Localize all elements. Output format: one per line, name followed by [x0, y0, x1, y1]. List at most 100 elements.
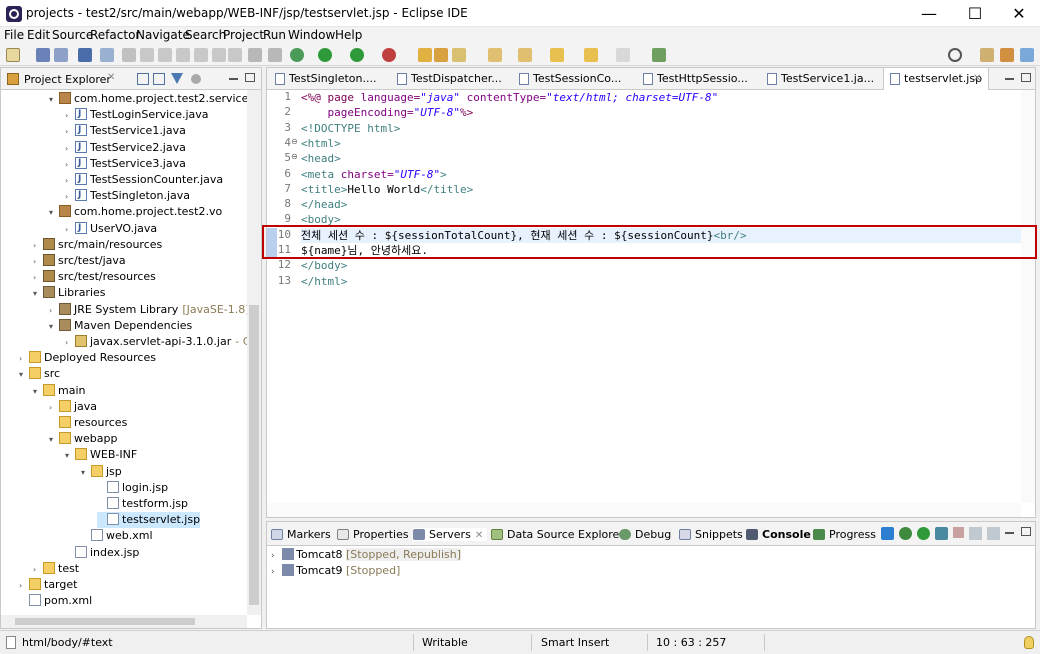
editor-maximize-icon[interactable] — [1021, 73, 1031, 82]
open-perspective-icon[interactable] — [980, 48, 994, 62]
chevron-right-icon[interactable]: › — [49, 400, 59, 416]
view-menu-dots-icon[interactable] — [213, 73, 219, 85]
chevron-right-icon[interactable]: › — [19, 351, 29, 367]
resume-icon[interactable] — [140, 48, 154, 62]
step-over-icon[interactable] — [194, 48, 208, 62]
save-icon[interactable] — [36, 48, 50, 62]
debug-perspective-icon[interactable] — [1020, 48, 1034, 62]
editor-tab-close-icon[interactable]: ✕ — [973, 73, 981, 84]
tree-item[interactable]: ▾ com.home.project.test2.vo — [49, 204, 222, 220]
tree-item[interactable]: › java — [49, 399, 97, 415]
chevron-right-icon[interactable]: › — [33, 562, 43, 578]
menu-navigate[interactable]: Navigate — [136, 28, 190, 42]
chevron-down-icon[interactable]: ▾ — [81, 465, 91, 481]
servers-tab-close-icon[interactable]: ✕ — [475, 530, 483, 541]
code-area[interactable]: 1 2 3 4 5 6 7 8 9 10 11 12 13 ⊖ ⊖ <%@ page language=… — [267, 90, 1021, 503]
tab-console[interactable]: Console — [746, 528, 811, 541]
tree-item[interactable]: testform.jsp — [97, 496, 188, 512]
chevron-right-icon[interactable]: › — [33, 238, 43, 254]
chevron-down-icon[interactable]: ▾ — [49, 432, 59, 448]
fold-marker-icon[interactable]: ⊖ — [291, 137, 298, 146]
chevron-down-icon[interactable]: ▾ — [49, 319, 59, 335]
tree-item[interactable]: ▾ Maven Dependencies — [49, 318, 192, 334]
chevron-down-icon[interactable]: ▾ — [19, 367, 29, 383]
new-class-icon[interactable] — [452, 48, 466, 62]
tree-item[interactable]: pom.xml — [19, 593, 92, 609]
editor-vertical-scrollbar[interactable] — [1021, 90, 1035, 503]
stop-server-icon[interactable] — [953, 527, 964, 538]
editor-tab[interactable]: TestHttpSessio... — [637, 68, 748, 90]
tab-servers[interactable]: Servers ✕ — [413, 528, 488, 541]
prev-annotation-icon[interactable] — [518, 48, 532, 62]
tree-item[interactable]: web.xml — [81, 528, 153, 544]
tree-item[interactable]: ▾ Libraries — [33, 285, 106, 301]
start-server-icon[interactable] — [917, 527, 930, 540]
chevron-right-icon[interactable]: › — [65, 189, 75, 205]
toggle-icon[interactable] — [268, 48, 282, 62]
tree-item[interactable]: ▾ main — [33, 383, 85, 399]
search-icon[interactable] — [948, 48, 962, 62]
tree-item[interactable]: › TestService3.java — [65, 155, 186, 173]
filter-icon[interactable] — [171, 73, 183, 84]
new-package-icon[interactable] — [434, 48, 448, 62]
suspend-icon[interactable] — [158, 48, 172, 62]
coverage-icon[interactable] — [350, 48, 364, 62]
menu-run[interactable]: Run — [263, 28, 286, 42]
chevron-right-icon[interactable]: › — [49, 303, 59, 319]
step-into-icon[interactable] — [176, 48, 190, 62]
explorer-hscroll-thumb[interactable] — [15, 618, 195, 625]
menu-project[interactable]: Project — [223, 28, 264, 42]
tab-snippets[interactable]: Snippets — [679, 528, 743, 541]
tab-properties[interactable]: Properties — [337, 528, 409, 541]
tree-item[interactable]: › Deployed Resources — [19, 350, 156, 366]
menu-refactor[interactable]: Refactor — [90, 28, 140, 42]
tree-item[interactable]: ▾ com.home.project.test2.service — [49, 91, 247, 107]
chevron-right-icon[interactable]: › — [271, 567, 275, 577]
chevron-down-icon[interactable]: ▾ — [49, 205, 59, 221]
view-menu-icon[interactable] — [191, 74, 201, 84]
terminal-icon[interactable] — [100, 48, 114, 62]
explorer-tab-close-icon[interactable]: ✕ — [107, 72, 115, 83]
tree-item[interactable]: › test — [33, 561, 79, 577]
tree-item[interactable]: login.jsp — [97, 480, 168, 496]
menu-window[interactable]: Window — [288, 28, 335, 42]
menu-help[interactable]: Help — [335, 28, 362, 42]
tree-item[interactable]: › UserVO.java — [65, 220, 157, 237]
tab-data-source-explorer[interactable]: Data Source Explorer — [491, 528, 624, 541]
fold-marker-icon[interactable]: ⊖ — [291, 152, 298, 161]
tree-item[interactable]: ▾ src — [19, 366, 60, 382]
explorer-horizontal-scrollbar[interactable] — [1, 615, 247, 628]
menu-file[interactable]: File — [4, 28, 24, 42]
tree-item[interactable]: › TestLoginService.java — [65, 106, 209, 123]
chevron-right-icon[interactable]: › — [65, 124, 75, 140]
bottom-maximize-icon[interactable] — [1021, 527, 1031, 536]
editor-minimize-icon[interactable] — [1005, 78, 1014, 80]
chevron-right-icon[interactable]: › — [65, 335, 75, 351]
tip-lightbulb-icon[interactable] — [1024, 636, 1034, 649]
open-type-icon[interactable] — [78, 48, 92, 62]
tree-item[interactable]: testservlet.jsp — [97, 512, 201, 529]
explorer-scroll-thumb[interactable] — [249, 305, 259, 605]
chevron-right-icon[interactable]: › — [65, 173, 75, 189]
chevron-right-icon[interactable]: › — [65, 157, 75, 173]
explorer-tab-label[interactable]: Project Explorer — [24, 73, 111, 86]
chevron-right-icon[interactable]: › — [33, 270, 43, 286]
tree-item[interactable]: › TestSingleton.java — [65, 187, 190, 205]
forward-icon[interactable] — [616, 48, 630, 62]
new-server-icon[interactable] — [881, 527, 894, 540]
debug-icon[interactable] — [290, 48, 304, 62]
tree-item[interactable]: › target — [19, 577, 77, 593]
editor-tab[interactable]: TestSingleton.... — [269, 68, 376, 90]
chevron-right-icon[interactable]: › — [271, 551, 275, 561]
external-tools-icon[interactable] — [382, 48, 396, 62]
menu-edit[interactable]: Edit — [27, 28, 50, 42]
menu-source[interactable]: Source — [52, 28, 93, 42]
tree-item[interactable]: › src/test/resources — [33, 269, 156, 285]
chevron-down-icon[interactable]: ▾ — [49, 92, 59, 108]
format-icon[interactable] — [248, 48, 262, 62]
tree-item[interactable]: ▾ WEB-INF — [65, 447, 137, 463]
editor-tab[interactable]: TestService1.ja... — [761, 68, 874, 90]
clean-icon[interactable] — [987, 527, 1000, 540]
debug-server-icon[interactable] — [899, 527, 912, 540]
chevron-right-icon[interactable]: › — [33, 254, 43, 270]
